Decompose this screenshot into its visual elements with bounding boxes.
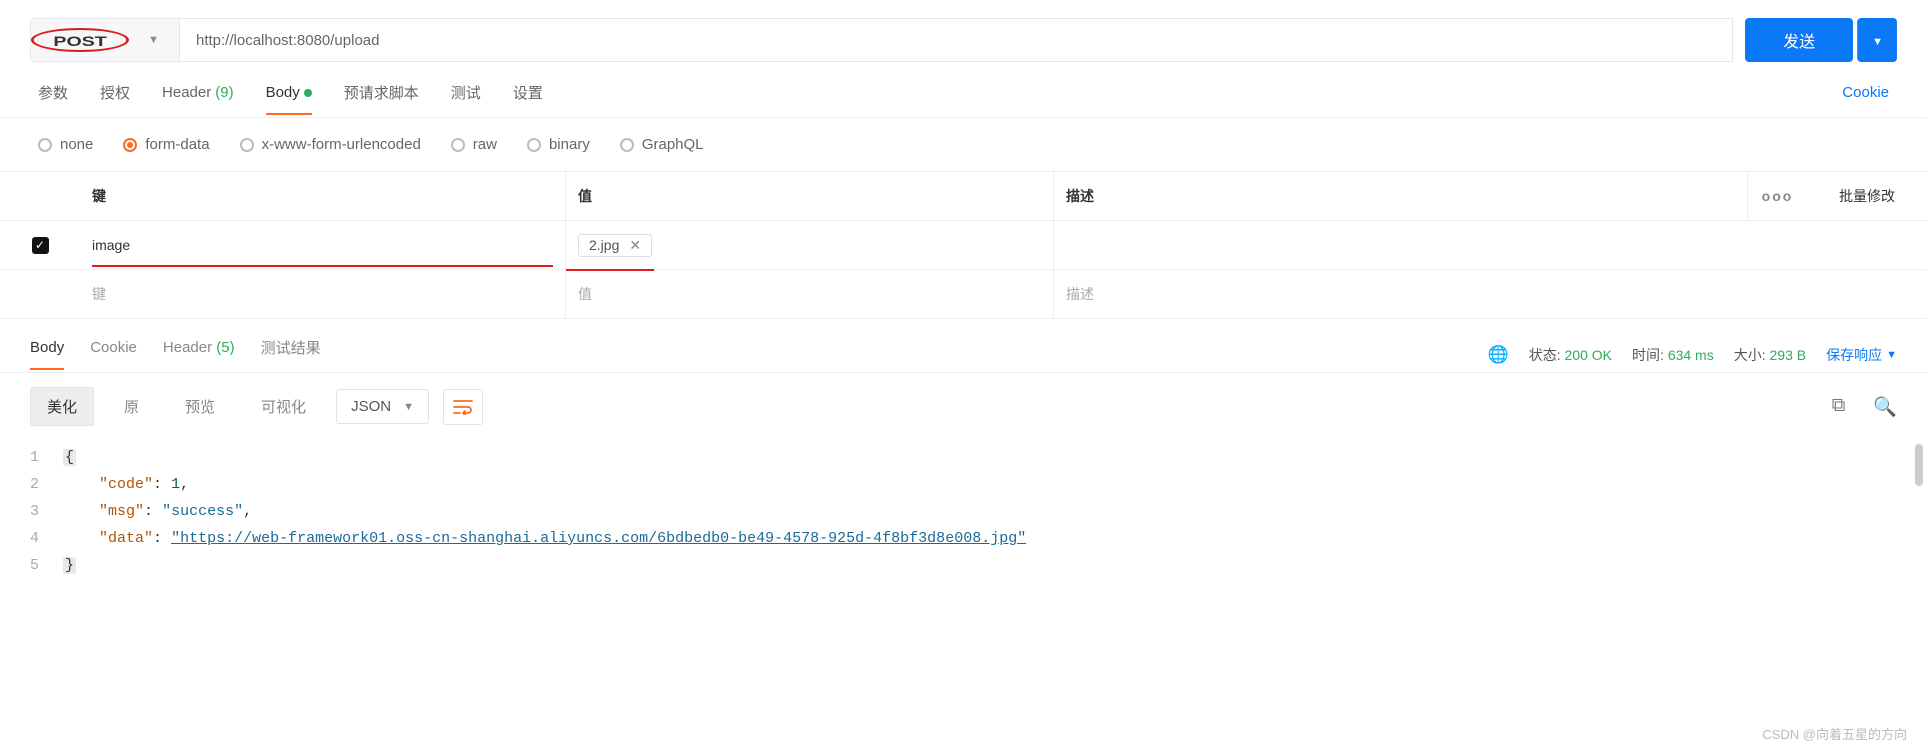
chevron-down-icon: ▼: [1886, 349, 1897, 361]
radio-icon: [527, 138, 541, 152]
remove-file-icon[interactable]: ✕: [629, 237, 641, 254]
body-type-graphql[interactable]: GraphQL: [620, 136, 704, 153]
body-type-label: GraphQL: [642, 136, 704, 153]
col-key: 键: [80, 172, 566, 220]
body-type-label: form-data: [145, 136, 209, 153]
size-meta: 大小: 293 B: [1734, 345, 1806, 365]
search-icon[interactable]: 🔍: [1873, 395, 1897, 419]
tab-settings[interactable]: 设置: [513, 82, 543, 117]
tab-body[interactable]: Body: [266, 84, 312, 115]
http-method-selector[interactable]: POST ▼: [30, 18, 180, 62]
header-count: (9): [215, 84, 233, 101]
view-visualize-button[interactable]: 可视化: [245, 388, 322, 425]
tab-auth[interactable]: 授权: [100, 82, 130, 117]
col-desc: 描述: [1054, 172, 1747, 220]
copy-icon[interactable]: ⧉: [1832, 395, 1846, 419]
tab-header-label: Header: [162, 84, 211, 101]
chevron-down-icon: ▼: [148, 34, 159, 46]
chevron-down-icon: ▼: [403, 401, 414, 413]
url-input[interactable]: [180, 18, 1733, 62]
send-dropdown[interactable]: ▼: [1857, 18, 1897, 62]
wrap-lines-button[interactable]: [443, 389, 483, 425]
value-cell[interactable]: 2.jpg ✕: [566, 221, 1054, 269]
resp-tab-cookie[interactable]: Cookie: [90, 339, 137, 370]
tab-prereq[interactable]: 预请求脚本: [344, 82, 419, 117]
active-dot-icon: [304, 89, 312, 97]
body-type-urlencoded[interactable]: x-www-form-urlencoded: [240, 136, 421, 153]
value-input[interactable]: 值: [566, 270, 1054, 318]
file-name: 2.jpg: [589, 237, 619, 253]
resp-header-count: (5): [216, 339, 234, 356]
resp-tab-header[interactable]: Header (5): [163, 339, 235, 370]
view-raw-button[interactable]: 原: [108, 388, 155, 425]
form-header-row: 键 值 描述 ooo 批量修改: [0, 172, 1927, 221]
watermark: CSDN @向着五星的方向: [1762, 724, 1907, 743]
resp-header-label: Header: [163, 339, 212, 356]
method-label: POST: [53, 33, 106, 49]
key-cell[interactable]: image: [80, 221, 566, 269]
scrollbar-thumb[interactable]: [1915, 444, 1923, 486]
view-preview-button[interactable]: 预览: [169, 388, 231, 425]
response-body: 1 2 3 4 5 { "code": 1, "msg": "success",…: [0, 440, 1927, 599]
body-type-raw[interactable]: raw: [451, 136, 497, 153]
body-type-none[interactable]: none: [38, 136, 93, 153]
body-type-label: raw: [473, 136, 497, 153]
view-pretty-button[interactable]: 美化: [30, 387, 94, 426]
tab-params[interactable]: 参数: [38, 82, 68, 117]
batch-edit-button[interactable]: 批量修改: [1807, 172, 1927, 220]
file-chip[interactable]: 2.jpg ✕: [578, 234, 652, 257]
format-selector[interactable]: JSON ▼: [336, 389, 429, 424]
key-input[interactable]: 键: [80, 270, 566, 318]
format-label: JSON: [351, 398, 391, 415]
body-type-label: x-www-form-urlencoded: [262, 136, 421, 153]
body-type-label: none: [60, 136, 93, 153]
form-placeholder-row: 键 值 描述: [0, 270, 1927, 319]
status-meta: 状态: 200 OK: [1529, 345, 1612, 365]
save-response-button[interactable]: 保存响应 ▼: [1826, 345, 1897, 365]
resp-tab-test[interactable]: 测试结果: [261, 337, 321, 372]
tab-tests[interactable]: 测试: [451, 82, 481, 117]
desc-cell[interactable]: [1054, 221, 1927, 269]
body-type-form-data[interactable]: form-data: [123, 136, 209, 153]
col-menu-button[interactable]: ooo: [1747, 172, 1807, 220]
radio-icon: [620, 138, 634, 152]
resp-tab-body[interactable]: Body: [30, 339, 64, 370]
key-value: image: [92, 237, 130, 253]
body-type-binary[interactable]: binary: [527, 136, 590, 153]
json-code[interactable]: { "code": 1, "msg": "success", "data": "…: [63, 444, 1026, 579]
radio-icon: [240, 138, 254, 152]
desc-input[interactable]: 描述: [1054, 270, 1927, 318]
tab-header[interactable]: Header (9): [162, 84, 234, 115]
tab-body-label: Body: [266, 84, 300, 101]
time-meta: 时间: 634 ms: [1632, 345, 1714, 365]
cookie-link[interactable]: Cookie: [1842, 84, 1889, 115]
radio-icon: [451, 138, 465, 152]
radio-icon: [38, 138, 52, 152]
globe-icon[interactable]: 🌐: [1488, 345, 1509, 365]
send-button[interactable]: 发送: [1745, 18, 1853, 62]
body-type-label: binary: [549, 136, 590, 153]
col-value: 值: [566, 172, 1054, 220]
form-data-row: ✓ image 2.jpg ✕: [0, 221, 1927, 270]
radio-icon: [123, 138, 137, 152]
row-checkbox[interactable]: ✓: [32, 237, 49, 254]
chevron-down-icon: ▼: [1872, 36, 1883, 48]
